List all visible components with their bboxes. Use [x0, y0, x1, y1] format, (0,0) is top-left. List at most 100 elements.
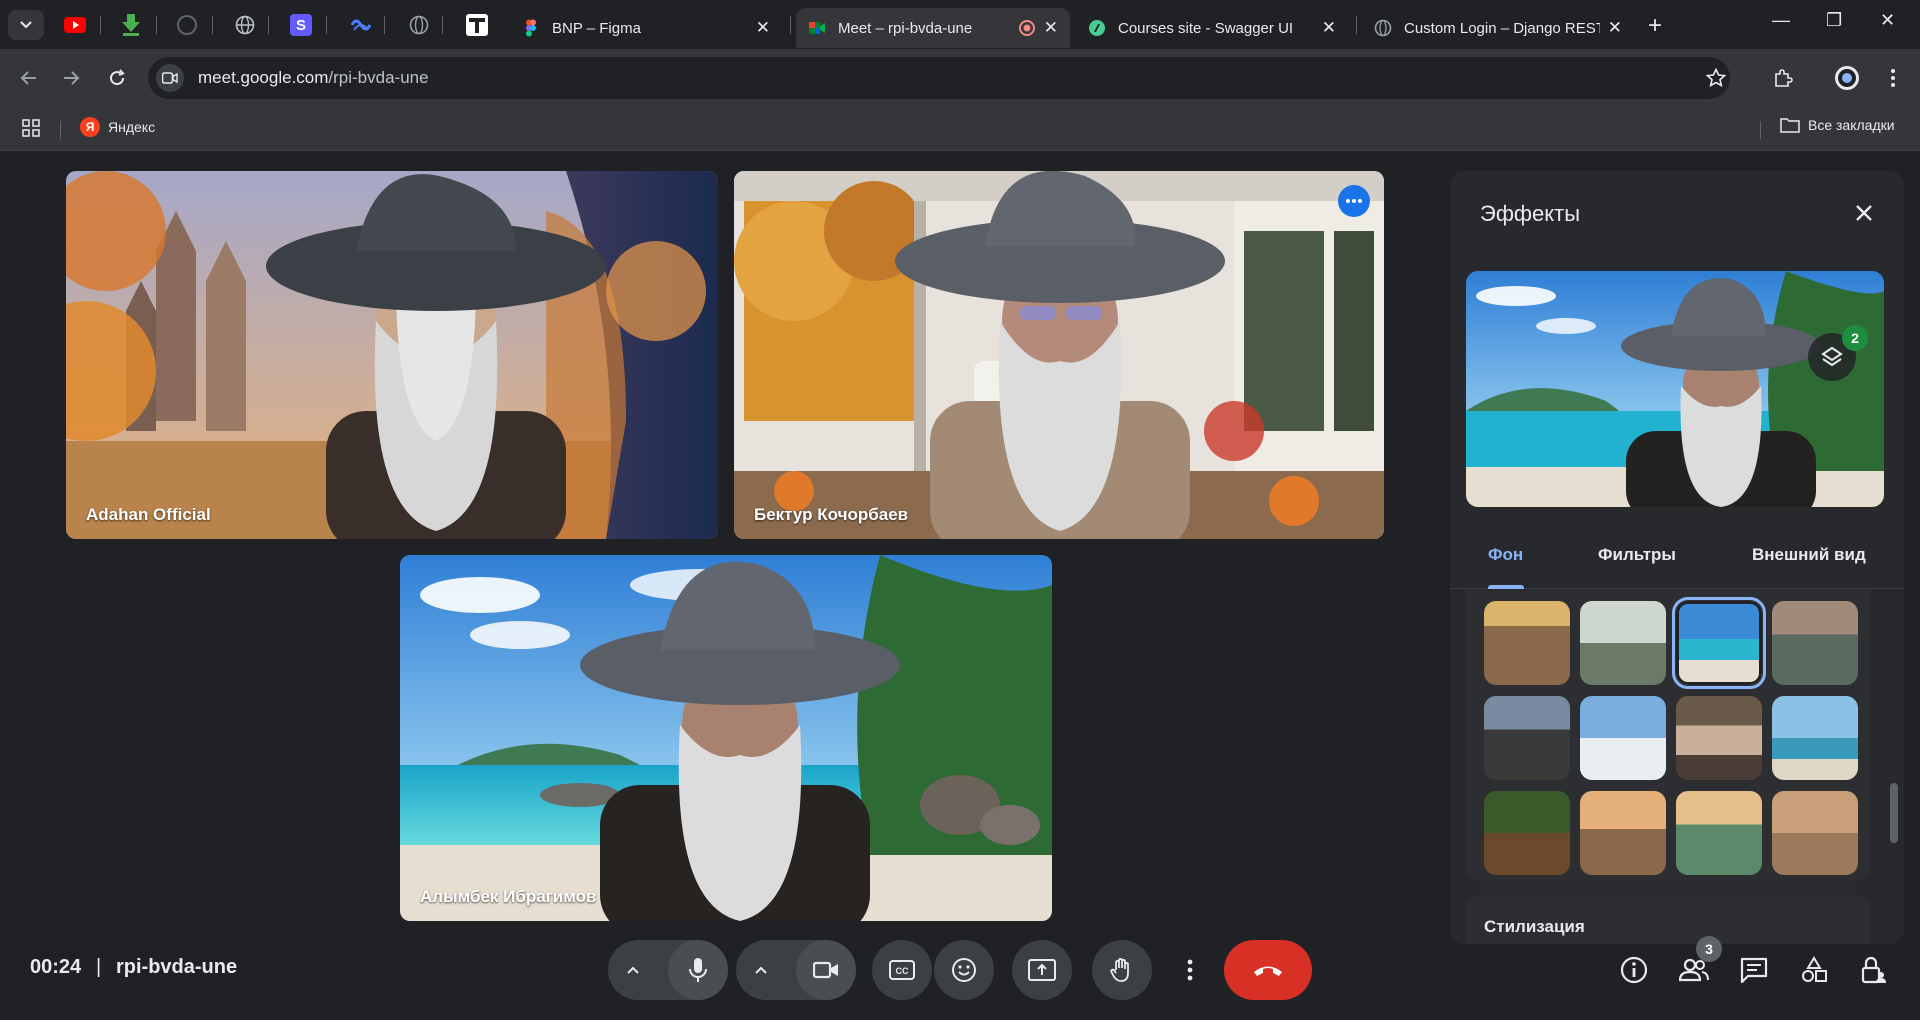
effects-panel-title: Эффекты	[1480, 201, 1581, 226]
effects-scrollbar[interactable]	[1890, 783, 1898, 843]
layers-icon	[1821, 346, 1843, 367]
folder-icon	[1780, 118, 1800, 133]
background-option-zen-garden[interactable]	[1772, 601, 1858, 685]
browser-menu-button[interactable]	[1878, 63, 1908, 93]
url-text: meet.google.com/rpi-bvda-une	[198, 68, 429, 88]
host-controls-button[interactable]	[1858, 954, 1890, 986]
chevron-up-icon[interactable]	[754, 965, 768, 975]
close-effects-button[interactable]	[1846, 195, 1882, 231]
background-option-seaside-room[interactable]	[1580, 696, 1666, 780]
bookmark-yandex[interactable]: Я Яндекс	[80, 117, 155, 137]
tab-separator	[790, 16, 791, 34]
pinned-tab-globe-2[interactable]	[406, 12, 432, 38]
bookmark-divider	[60, 121, 61, 139]
background-option-forest-cafe[interactable]	[1484, 791, 1570, 875]
meeting-details-button[interactable]	[1618, 954, 1650, 986]
background-option-desert-ruins[interactable]	[1772, 791, 1858, 875]
pinned-tab-globe-1[interactable]	[232, 12, 258, 38]
star-icon[interactable]	[1706, 68, 1726, 88]
tab-separator	[268, 16, 269, 34]
camera-button[interactable]	[796, 940, 856, 1000]
people-count-badge: 3	[1696, 936, 1722, 962]
leave-call-button[interactable]	[1224, 940, 1312, 1000]
pinned-tab-stripe[interactable]: S	[288, 12, 314, 38]
tab-swagger[interactable]: Courses site - Swagger UI ✕	[1076, 8, 1348, 48]
tab-meet[interactable]: Meet – rpi-bvda-une ✕	[796, 8, 1070, 48]
shapes-icon	[1802, 956, 1827, 982]
forward-button[interactable]	[56, 63, 86, 93]
tab-separator	[212, 16, 213, 34]
pinned-tab-app[interactable]	[348, 12, 374, 38]
chat-button[interactable]	[1738, 954, 1770, 986]
tab-separator	[156, 16, 157, 34]
self-preview	[1466, 271, 1884, 507]
background-option-mountain-lake[interactable]	[1676, 791, 1762, 875]
participant-name: Алымбек Ибрагимов	[420, 887, 597, 906]
url-host: meet.google.com	[198, 68, 329, 87]
swagger-icon	[1089, 20, 1105, 36]
apps-button[interactable]	[22, 119, 40, 142]
pinned-tab-t[interactable]	[464, 12, 490, 38]
address-bar[interactable]: meet.google.com/rpi-bvda-une	[148, 57, 1730, 99]
reactions-button[interactable]	[934, 940, 994, 1000]
present-screen-button[interactable]	[1012, 940, 1072, 1000]
extensions-button[interactable]	[1768, 63, 1798, 93]
google-meet-icon	[809, 22, 825, 34]
close-icon[interactable]: ✕	[756, 18, 770, 38]
tile-options-button[interactable]	[1338, 185, 1370, 217]
captions-button[interactable]: CC	[872, 940, 932, 1000]
chevron-up-icon[interactable]	[626, 965, 640, 975]
background-option-sea-arch[interactable]	[1772, 696, 1858, 780]
activities-button[interactable]	[1798, 954, 1830, 986]
stripe-s-icon: S	[290, 14, 312, 36]
new-tab-button[interactable]: +	[1648, 12, 1662, 40]
tab-separator	[442, 16, 443, 34]
meet-controls-bar: 00:24 | rpi-bvda-une CC 3	[0, 916, 1920, 1020]
background-option-glass-house[interactable]	[1484, 696, 1570, 780]
participant-tile[interactable]: Алымбек Ибрагимов	[400, 555, 1052, 921]
reload-button[interactable]	[102, 63, 132, 93]
figma-icon	[526, 19, 536, 37]
close-icon[interactable]: ✕	[1044, 18, 1058, 38]
participant-tile[interactable]: Adahan Official	[66, 171, 718, 539]
background-option-camper-sunset[interactable]	[1580, 791, 1666, 875]
site-info-button[interactable]	[156, 64, 184, 92]
close-icon[interactable]: ✕	[1322, 18, 1336, 38]
arrow-right-icon	[64, 71, 80, 85]
download-arrow-icon	[122, 14, 140, 36]
video-camera-icon	[813, 961, 838, 979]
window-close-icon[interactable]: ✕	[1880, 10, 1895, 31]
tab-figma[interactable]: BNP – Figma ✕	[510, 8, 782, 48]
back-button[interactable]	[14, 63, 44, 93]
tab-filters[interactable]: Фильтры	[1598, 545, 1676, 565]
close-icon[interactable]: ✕	[1608, 18, 1622, 38]
restore-icon[interactable]: ❐	[1826, 10, 1842, 31]
profile-button[interactable]	[1832, 63, 1862, 93]
all-bookmarks-button[interactable]: Все закладки	[1780, 117, 1895, 133]
closed-captions-icon: CC	[889, 960, 915, 980]
tab-search-button[interactable]	[8, 10, 44, 40]
tab-separator	[100, 16, 101, 34]
background-option-pergola[interactable]	[1676, 696, 1762, 780]
wizard-avatar-image	[266, 174, 606, 539]
background-option-beach-selected[interactable]	[1672, 597, 1766, 689]
background-grid	[1466, 591, 1870, 881]
tab-background[interactable]: Фон	[1488, 545, 1523, 565]
more-options-button[interactable]	[1172, 940, 1208, 1000]
tab-separator	[1356, 16, 1357, 34]
pinned-tab-download[interactable]	[118, 12, 144, 38]
pinned-tab-github[interactable]	[174, 12, 200, 38]
browser-toolbar: meet.google.com/rpi-bvda-une	[0, 49, 1920, 107]
pinned-tab-youtube[interactable]	[62, 12, 88, 38]
tab-title: Custom Login – Django REST	[1404, 19, 1600, 37]
background-option-greenhouse[interactable]	[1580, 601, 1666, 685]
minimize-icon[interactable]: —	[1772, 10, 1790, 31]
raise-hand-button[interactable]	[1092, 940, 1152, 1000]
tab-django[interactable]: Custom Login – Django REST ✕	[1362, 8, 1634, 48]
youtube-icon	[64, 17, 86, 33]
participant-tile-active-speaker[interactable]: Бектур Кочорбаев	[734, 171, 1384, 539]
background-option-loft-bed[interactable]	[1484, 601, 1570, 685]
tab-appearance[interactable]: Внешний вид	[1752, 545, 1866, 565]
tab-title: BNP – Figma	[552, 19, 641, 37]
microphone-button[interactable]	[668, 940, 728, 1000]
